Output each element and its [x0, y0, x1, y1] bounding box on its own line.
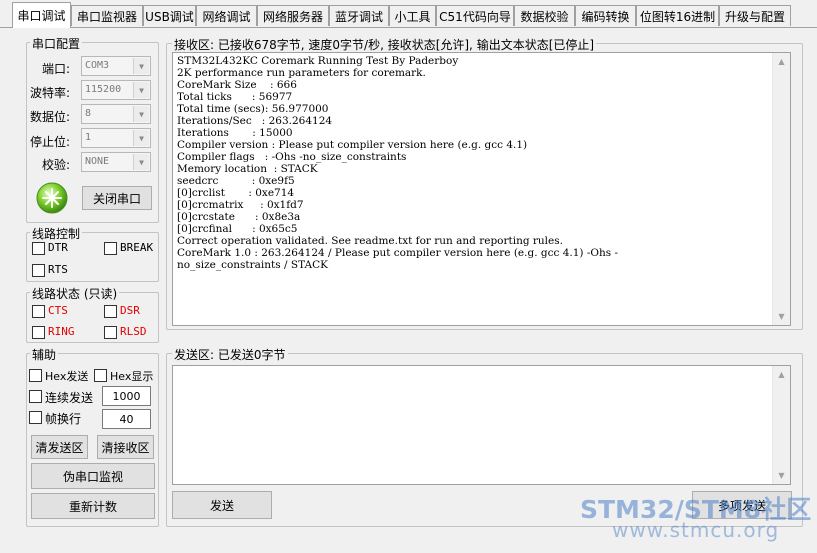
continuous-send-label: 连续发送 [45, 391, 94, 405]
line-status-title: 线路状态 (只读) [30, 285, 120, 302]
receive-line: Iterations : 15000 [177, 127, 293, 139]
cts-checkbox [32, 305, 45, 318]
scroll-up-icon[interactable]: ▲ [773, 53, 790, 70]
rts-checkbox[interactable] [32, 264, 45, 277]
receive-line: Correct operation validated. See readme.… [177, 235, 563, 247]
frame-length-input[interactable]: 40 [102, 409, 151, 429]
receive-line: [0]crclist : 0xe714 [177, 187, 295, 199]
baud-label: 波特率: [30, 86, 71, 100]
receive-line: [0]crcstate : 0x8e3a [177, 211, 301, 223]
databits-label: 数据位: [30, 110, 71, 124]
dtr-checkbox[interactable] [32, 242, 45, 255]
tab-tools[interactable]: 小工具 [389, 5, 436, 26]
send-button[interactable]: 发送 [172, 491, 272, 519]
tab-network-server[interactable]: 网络服务器 [257, 5, 329, 26]
receive-line: seedcrc : 0xe9f5 [177, 175, 295, 187]
dtr-label: DTR [48, 241, 68, 254]
send-textarea[interactable]: ▲ ▼ [172, 365, 791, 485]
clear-send-button[interactable]: 清发送区 [31, 435, 88, 459]
receive-line: Compiler flags : -Ohs -no_size_constrain… [177, 151, 407, 163]
hex-send-checkbox[interactable] [29, 369, 42, 382]
receive-line: [0]crcfinal : 0x65c5 [177, 223, 298, 235]
ring-label: RING [48, 325, 75, 338]
chevron-down-icon: ▼ [133, 58, 149, 74]
port-status-light-icon [36, 182, 68, 214]
assist-title: 辅助 [30, 346, 59, 363]
receive-text: STM32L432KC Coremark Running Test By Pad… [177, 55, 772, 271]
hex-show-label: Hex显示 [110, 370, 154, 383]
chevron-down-icon: ▼ [133, 130, 149, 146]
databits-select[interactable]: 8 ▼ [81, 104, 151, 124]
receive-line: Compiler version : Please put compiler v… [177, 139, 528, 151]
break-label: BREAK [120, 241, 154, 254]
close-port-button[interactable]: 关闭串口 [82, 186, 152, 210]
rts-label: RTS [48, 263, 68, 276]
parity-select[interactable]: NONE ▼ [81, 152, 151, 172]
receive-line: no_size_constraints / STACK [177, 259, 328, 271]
scroll-down-icon[interactable]: ▼ [773, 308, 790, 325]
chevron-down-icon: ▼ [133, 106, 149, 122]
tab-bar: 串口调试 串口监视器 USB调试 网络调试 网络服务器 蓝牙调试 小工具 C51… [0, 0, 817, 28]
receive-line: STM32L432KC Coremark Running Test By Pad… [177, 55, 459, 67]
break-checkbox[interactable] [104, 242, 117, 255]
baud-select[interactable]: 115200 ▼ [81, 80, 151, 100]
parity-label: 校验: [42, 158, 71, 172]
port-select[interactable]: COM3 ▼ [81, 56, 151, 76]
databits-value: 8 [85, 108, 92, 119]
continuous-interval-input[interactable]: 1000 [102, 386, 151, 406]
tab-upgrade-config[interactable]: 升级与配置 [719, 5, 791, 26]
scroll-down-icon[interactable]: ▼ [773, 467, 790, 484]
receive-line: 2K performance run parameters for corema… [177, 67, 426, 79]
tab-bitmap-hex[interactable]: 位图转16进制 [636, 5, 719, 26]
line-control-title: 线路控制 [30, 225, 83, 242]
tab-data-checksum[interactable]: 数据校验 [514, 5, 575, 26]
receive-line: CoreMark Size : 666 [177, 79, 297, 91]
receive-line: Iterations/Sec : 263.264124 [177, 115, 333, 127]
receive-title: 接收区: 已接收678字节, 速度0字节/秒, 接收状态[允许], 输出文本状态… [172, 36, 597, 53]
watermark-url: www.stmcu.org [612, 518, 780, 542]
tab-usb-debug[interactable]: USB调试 [143, 5, 196, 26]
send-scrollbar[interactable]: ▲ ▼ [772, 366, 790, 484]
recount-button[interactable]: 重新计数 [31, 493, 155, 519]
rlsd-label: RLSD [120, 325, 147, 338]
continuous-send-checkbox[interactable] [29, 390, 42, 403]
receive-line: Total time (secs): 56.977000 [177, 103, 329, 115]
stopbits-select[interactable]: 1 ▼ [81, 128, 151, 148]
receive-line: Memory location : STACK [177, 163, 318, 175]
dsr-checkbox [104, 305, 117, 318]
receive-textarea[interactable]: STM32L432KC Coremark Running Test By Pad… [172, 52, 791, 326]
receive-line: Total ticks : 56977 [177, 91, 293, 103]
frame-newline-checkbox[interactable] [29, 411, 42, 424]
stopbits-value: 1 [85, 132, 92, 143]
pseudo-monitor-button[interactable]: 伪串口监视 [31, 463, 155, 489]
chevron-down-icon: ▼ [133, 154, 149, 170]
tab-bluetooth-debug[interactable]: 蓝牙调试 [329, 5, 389, 26]
dsr-label: DSR [120, 304, 140, 317]
cts-label: CTS [48, 304, 68, 317]
stopbits-label: 停止位: [30, 135, 71, 149]
send-title: 发送区: 已发送0字节 [172, 346, 288, 363]
port-value: COM3 [85, 60, 110, 71]
clear-receive-button[interactable]: 清接收区 [97, 435, 154, 459]
receive-line: CoreMark 1.0 : 263.264124 / Please put c… [177, 247, 619, 259]
frame-newline-label: 帧换行 [45, 412, 82, 426]
parity-value: NONE [85, 156, 110, 167]
serial-config-title: 串口配置 [30, 35, 83, 52]
rlsd-checkbox [104, 326, 117, 339]
receive-scrollbar[interactable]: ▲ ▼ [772, 53, 790, 325]
hex-show-checkbox[interactable] [94, 369, 107, 382]
chevron-down-icon: ▼ [133, 82, 149, 98]
tab-serial-monitor[interactable]: 串口监视器 [71, 5, 143, 26]
ring-checkbox [32, 326, 45, 339]
receive-line: [0]crcmatrix : 0x1fd7 [177, 199, 304, 211]
tab-c51-wizard[interactable]: C51代码向导 [436, 5, 514, 26]
baud-value: 115200 [85, 84, 122, 95]
tab-network-debug[interactable]: 网络调试 [196, 5, 257, 26]
hex-send-label: Hex发送 [45, 370, 89, 383]
tab-encoding[interactable]: 编码转换 [575, 5, 636, 26]
scroll-up-icon[interactable]: ▲ [773, 366, 790, 383]
tab-serial-debug[interactable]: 串口调试 [12, 2, 71, 28]
port-label: 端口: [42, 62, 71, 76]
